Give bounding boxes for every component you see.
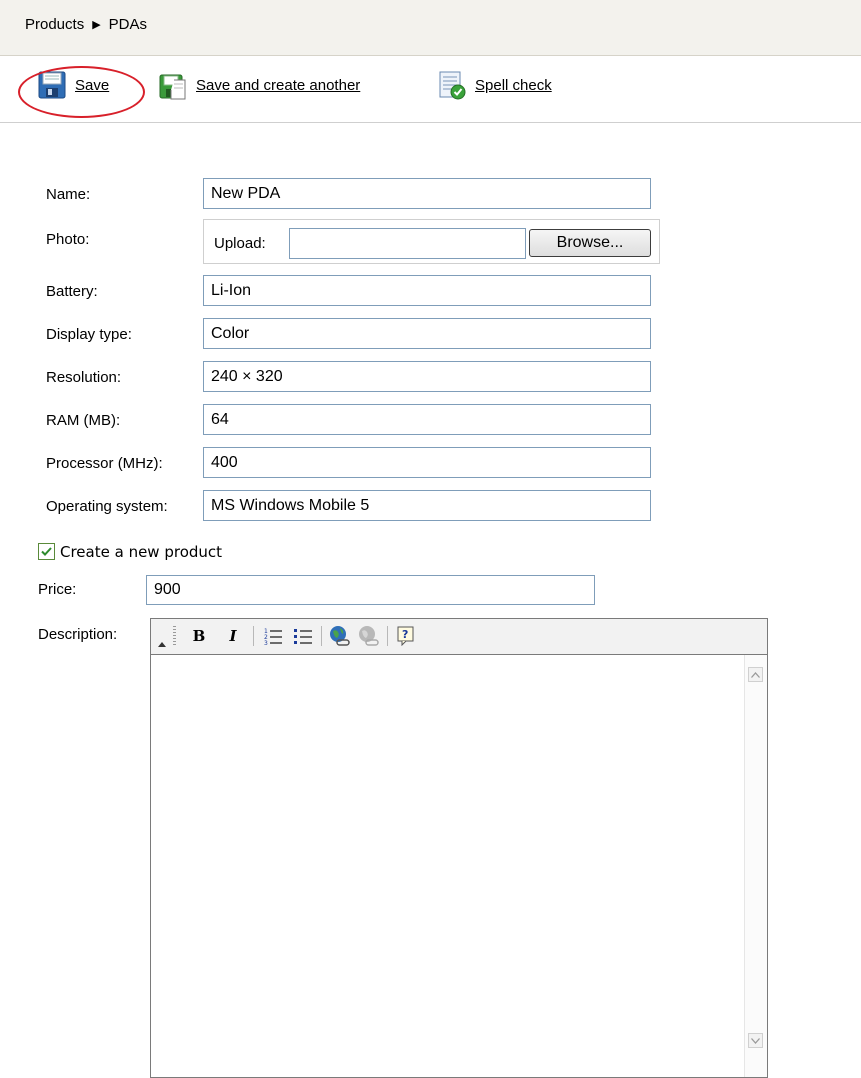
battery-input[interactable] (203, 275, 651, 306)
scroll-up-icon[interactable] (748, 667, 763, 682)
processor-input[interactable] (203, 447, 651, 478)
toolbar-grip (173, 626, 176, 646)
name-label: Name: (46, 186, 91, 203)
spell-check-label[interactable]: Spell check (475, 77, 552, 94)
breadcrumb-products[interactable]: Products (25, 16, 84, 33)
breadcrumb-current: PDAs (108, 16, 148, 33)
description-scrollbar[interactable] (744, 655, 767, 1077)
italic-icon[interactable]: I (223, 625, 243, 647)
resolution-label: Resolution: (46, 369, 122, 386)
save-highlight-ring (18, 66, 145, 118)
description-textarea[interactable] (151, 655, 745, 1075)
name-input[interactable] (203, 178, 651, 209)
toolbar-collapse-icon[interactable] (156, 637, 168, 651)
price-input[interactable] (146, 575, 595, 605)
ram-input[interactable] (203, 404, 651, 435)
insert-link-icon[interactable] (327, 625, 351, 647)
spell-check-icon (437, 70, 467, 100)
processor-label: Processor (MHz): (46, 455, 163, 472)
editor-toolbar: B I 1 2 3 ? (151, 619, 767, 655)
battery-label: Battery: (46, 283, 98, 300)
scroll-down-icon[interactable] (748, 1033, 763, 1048)
remove-link-icon[interactable] (356, 625, 380, 647)
save-and-create-another-button[interactable]: Save and create another (158, 66, 360, 104)
save-and-create-another-label[interactable]: Save and create another (196, 77, 360, 94)
toolbar-separator (321, 626, 322, 646)
spell-check-button[interactable]: Spell check (437, 66, 552, 104)
bulleted-list-icon[interactable] (291, 625, 315, 647)
ram-label: RAM (MB): (46, 412, 121, 429)
display-type-input[interactable] (203, 318, 651, 349)
create-product-label[interactable]: Create a new product (60, 543, 222, 561)
svg-text:?: ? (402, 628, 408, 641)
help-icon[interactable]: ? (394, 625, 418, 647)
toolbar-separator (253, 626, 254, 646)
save-and-new-icon (158, 70, 188, 100)
upload-label: Upload: (214, 235, 266, 252)
resolution-input[interactable] (203, 361, 651, 392)
svg-text:3: 3 (264, 640, 268, 646)
create-product-checkbox[interactable] (38, 543, 55, 560)
browse-button[interactable]: Browse... (529, 229, 651, 257)
breadcrumb: Products ▶ PDAs (0, 0, 861, 56)
photo-label: Photo: (46, 231, 90, 248)
operating-system-input[interactable] (203, 490, 651, 521)
price-label: Price: (38, 581, 77, 598)
checkmark-icon (41, 547, 52, 556)
toolbar-separator (387, 626, 388, 646)
operating-system-label: Operating system: (46, 498, 168, 515)
photo-file-input[interactable] (289, 228, 526, 259)
breadcrumb-separator-icon: ▶ (92, 19, 101, 31)
bold-icon[interactable]: B (189, 625, 209, 647)
display-type-label: Display type: (46, 326, 132, 343)
description-label: Description: (38, 626, 118, 643)
description-editor: B I 1 2 3 ? (150, 618, 768, 1078)
numbered-list-icon[interactable]: 1 2 3 (261, 625, 285, 647)
